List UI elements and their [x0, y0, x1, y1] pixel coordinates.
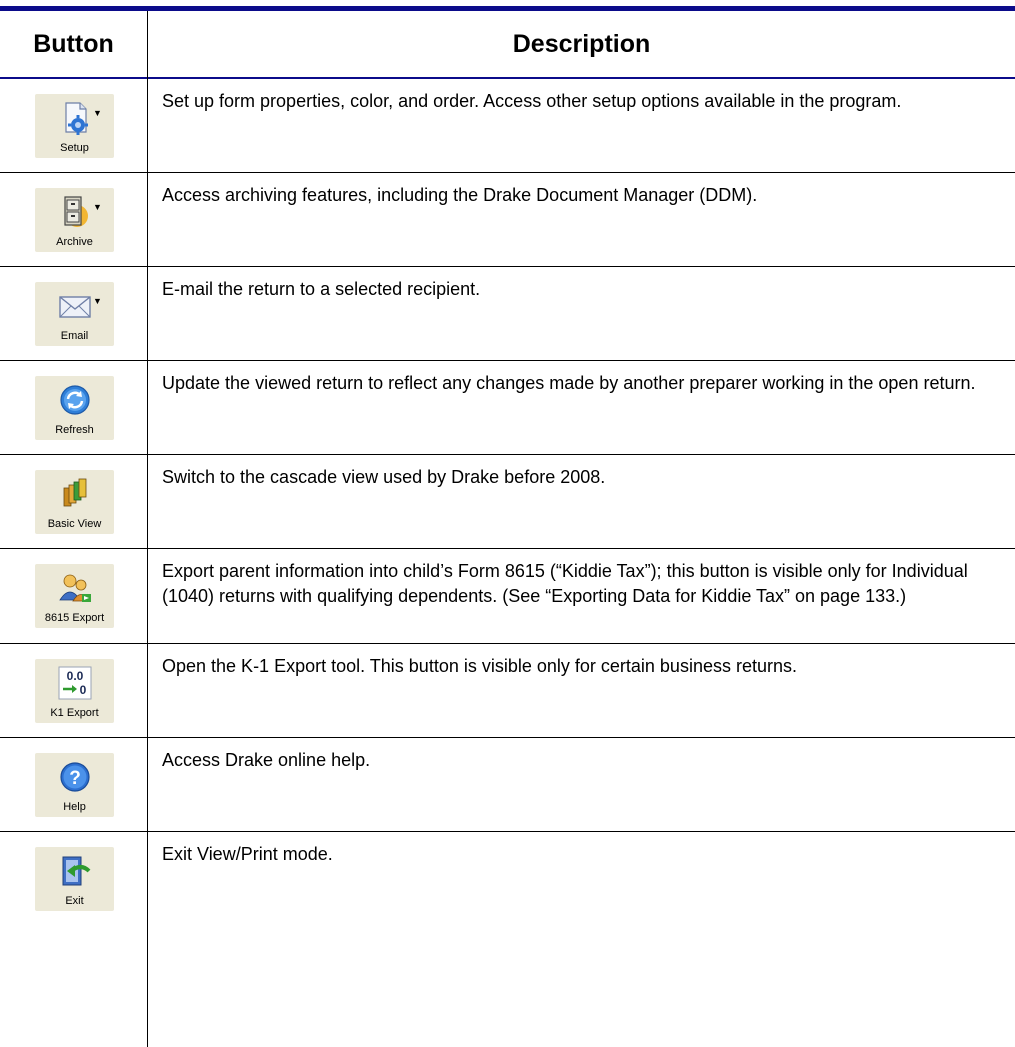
row-description: E-mail the return to a selected recipien…: [162, 279, 481, 299]
table-row: ▼ Email E-mail the return to a selected …: [0, 267, 1015, 361]
row-description: Switch to the cascade view used by Drake…: [162, 467, 606, 487]
table-row: Exit Exit View/Print mode.: [0, 832, 1015, 1047]
archive-button[interactable]: ▼ Archive: [35, 188, 114, 252]
table-row: ▼ Archive Access archiving features, inc…: [0, 173, 1015, 267]
export-8615-icon: [57, 570, 93, 606]
button-caption: K1 Export: [50, 707, 99, 719]
column-divider: [147, 11, 148, 1047]
basic-view-icon: [57, 476, 93, 512]
row-description: Access Drake online help.: [162, 750, 371, 770]
button-caption: Setup: [60, 142, 89, 154]
button-caption: Email: [60, 330, 89, 342]
email-icon: [57, 288, 93, 324]
table-row: ? Help Access Drake online help.: [0, 738, 1015, 832]
setup-button[interactable]: ▼ Setup: [35, 94, 114, 158]
refresh-icon: [57, 382, 93, 418]
email-button[interactable]: ▼ Email: [35, 282, 114, 346]
button-caption: Help: [63, 801, 86, 813]
header-button-column: Button: [33, 30, 114, 58]
help-button[interactable]: ? Help: [35, 753, 114, 817]
row-description: Export parent information into child’s F…: [162, 561, 968, 606]
table-row: Basic View Switch to the cascade view us…: [0, 455, 1015, 549]
button-caption: Refresh: [55, 424, 94, 436]
row-description: Exit View/Print mode.: [162, 844, 333, 864]
k1-export-button[interactable]: 0.0 0 K1 Export: [35, 659, 114, 723]
table-row: 8615 Export Export parent information in…: [0, 549, 1015, 644]
table-row: 0.0 0 K1 Export Open the K-1 Export tool…: [0, 644, 1015, 738]
dropdown-arrow-icon: ▼: [93, 202, 102, 212]
button-caption: Basic View: [47, 518, 102, 530]
help-icon: ?: [57, 759, 93, 795]
k1-export-icon: 0.0 0: [57, 665, 93, 701]
table-row: Refresh Update the viewed return to refl…: [0, 361, 1015, 455]
svg-text:?: ?: [69, 768, 81, 789]
exit-button[interactable]: Exit: [35, 847, 114, 911]
dropdown-arrow-icon: ▼: [93, 108, 102, 118]
dropdown-arrow-icon: ▼: [93, 296, 102, 306]
button-caption: 8615 Export: [44, 612, 105, 624]
row-description: Set up form properties, color, and order…: [162, 91, 902, 111]
svg-text:0: 0: [79, 683, 86, 697]
setup-icon: [57, 100, 93, 136]
row-description: Access archiving features, including the…: [162, 185, 758, 205]
archive-icon: [57, 194, 93, 230]
button-caption: Archive: [56, 236, 93, 248]
table-row: ▼ Setup Set up form properties, color, a…: [0, 79, 1015, 173]
basic-view-button[interactable]: Basic View: [35, 470, 114, 534]
row-description: Update the viewed return to reflect any …: [162, 373, 976, 393]
button-caption: Exit: [65, 895, 84, 907]
row-description: Open the K-1 Export tool. This button is…: [162, 656, 797, 676]
header-description-column: Description: [512, 30, 651, 58]
svg-text:0.0: 0.0: [66, 669, 83, 683]
export-8615-button[interactable]: 8615 Export: [35, 564, 114, 628]
refresh-button[interactable]: Refresh: [35, 376, 114, 440]
table-header: Button Description: [0, 11, 1015, 78]
exit-icon: [57, 853, 93, 889]
